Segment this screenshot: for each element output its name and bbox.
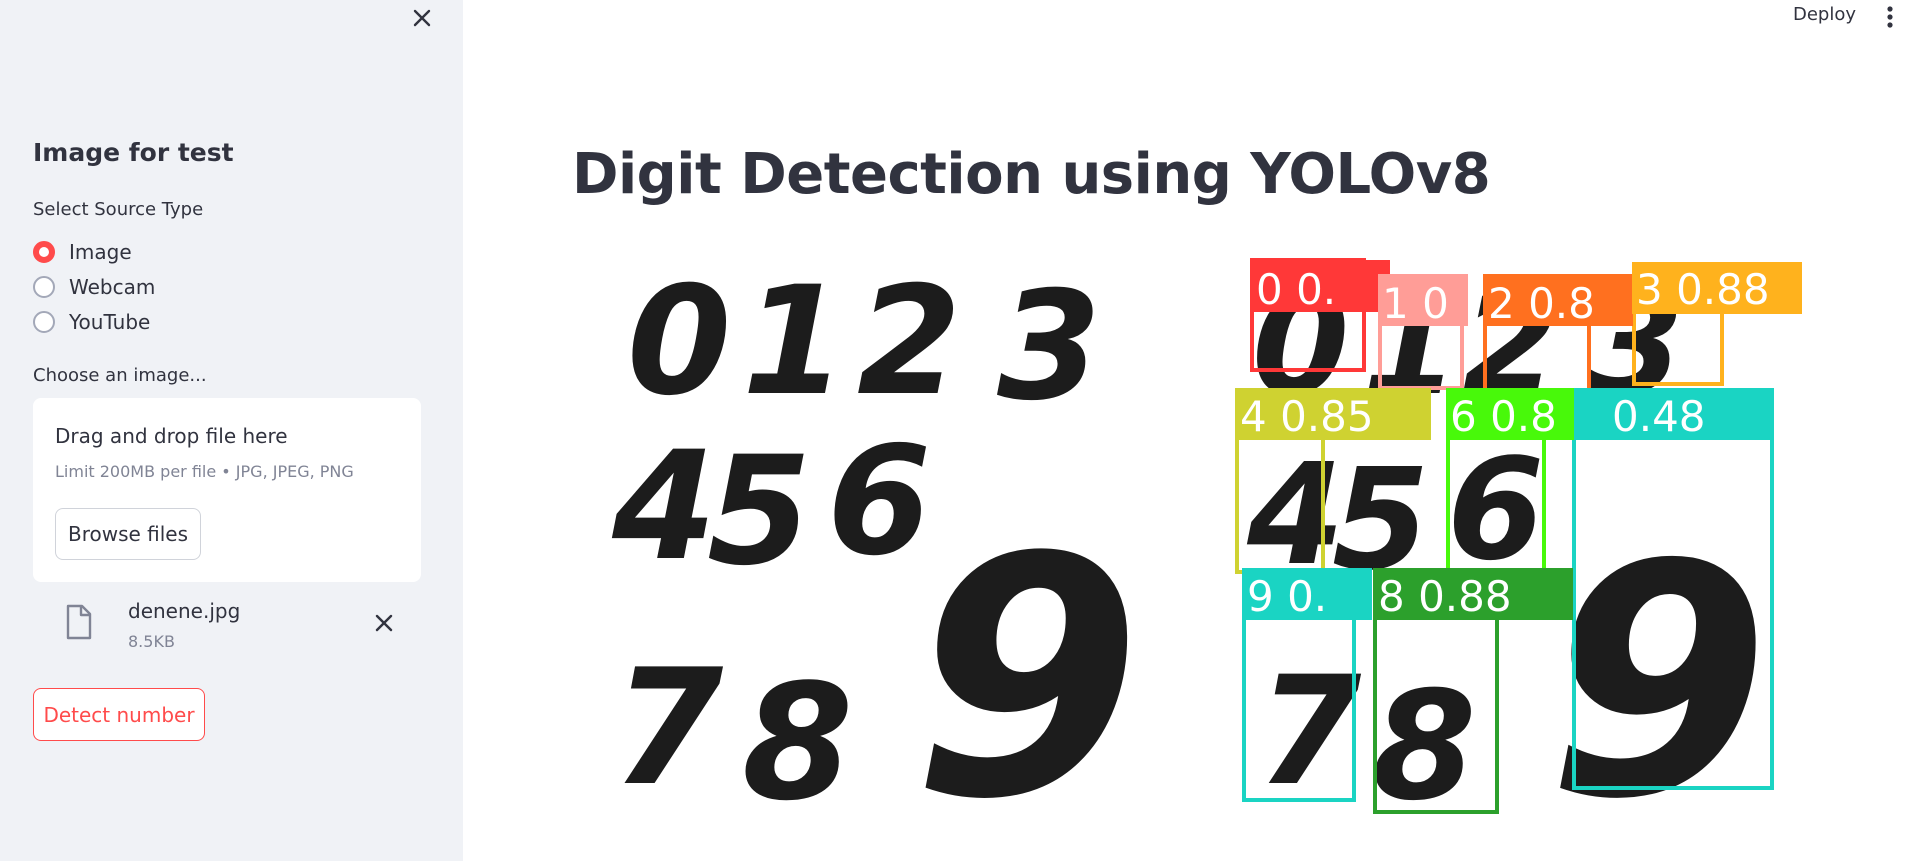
digit: 4: [611, 420, 716, 594]
radio-image[interactable]: Image: [33, 237, 132, 267]
choose-image-label: Choose an image...: [33, 365, 207, 386]
detection-label: 1 0: [1382, 279, 1449, 328]
sidebar: Image for test Select Source Type Image …: [0, 0, 463, 861]
dropzone-limit: Limit 200MB per file • JPG, JPEG, PNG: [55, 462, 354, 481]
digit: 7: [612, 634, 724, 821]
detection-label: 4 0.85: [1240, 392, 1374, 441]
radio-unselected-icon: [33, 276, 55, 298]
sidebar-title: Image for test: [33, 138, 234, 167]
close-sidebar-icon[interactable]: [408, 4, 436, 32]
source-type-label: Select Source Type: [33, 199, 204, 220]
radio-youtube[interactable]: YouTube: [33, 307, 150, 337]
detection-label: 2 0.8: [1488, 279, 1595, 328]
uploaded-file: denene.jpg 8.5KB: [33, 590, 421, 660]
file-icon: [65, 604, 93, 644]
radio-unselected-icon: [33, 311, 55, 333]
detection-label: 9 0.: [1247, 572, 1327, 621]
uploaded-image: 0 1 2 3 4 5 6 7 8 9: [572, 238, 1186, 839]
digit: 1: [742, 255, 846, 429]
file-name: denene.jpg: [128, 599, 241, 623]
digit: 2: [857, 255, 961, 429]
digit: 6: [1447, 429, 1544, 592]
detection-label: 0 0.: [1256, 265, 1336, 314]
digit: 0: [627, 255, 731, 429]
dropzone-title: Drag and drop file here: [55, 424, 288, 448]
digit: 9: [912, 487, 1142, 839]
browse-files-button[interactable]: Browse files: [55, 508, 201, 560]
app: Image for test Select Source Type Image …: [0, 0, 1918, 861]
digit: 7: [1257, 645, 1362, 819]
delete-file-icon[interactable]: [371, 610, 397, 640]
main-menu-icon[interactable]: [1880, 3, 1900, 31]
detected-image: 0 1 2 3 4 5 6 7 8 9 0 0. 1 0 2 0.8 3 0.8…: [1232, 238, 1802, 839]
deploy-button[interactable]: Deploy: [1793, 4, 1856, 25]
radio-webcam[interactable]: Webcam: [33, 272, 155, 302]
digit: 3: [997, 260, 1101, 434]
detect-number-button[interactable]: Detect number: [33, 688, 205, 741]
detection-label: 3 0.88: [1636, 265, 1770, 314]
radio-label: Webcam: [69, 275, 156, 299]
radio-label: YouTube: [69, 310, 151, 334]
digit: 5: [707, 425, 811, 599]
digit: 8: [742, 649, 853, 836]
digit: 8: [1372, 660, 1476, 834]
detection-label: 6 0.8: [1450, 392, 1557, 441]
file-size: 8.5KB: [128, 632, 175, 651]
radio-selected-icon: [33, 241, 55, 263]
detection-label: 0.48: [1612, 392, 1706, 441]
file-dropzone[interactable]: Drag and drop file here Limit 200MB per …: [33, 398, 421, 582]
detection-label: 8 0.88: [1378, 572, 1512, 621]
radio-label: Image: [69, 240, 132, 264]
page-title: Digit Detection using YOLOv8: [572, 142, 1491, 207]
